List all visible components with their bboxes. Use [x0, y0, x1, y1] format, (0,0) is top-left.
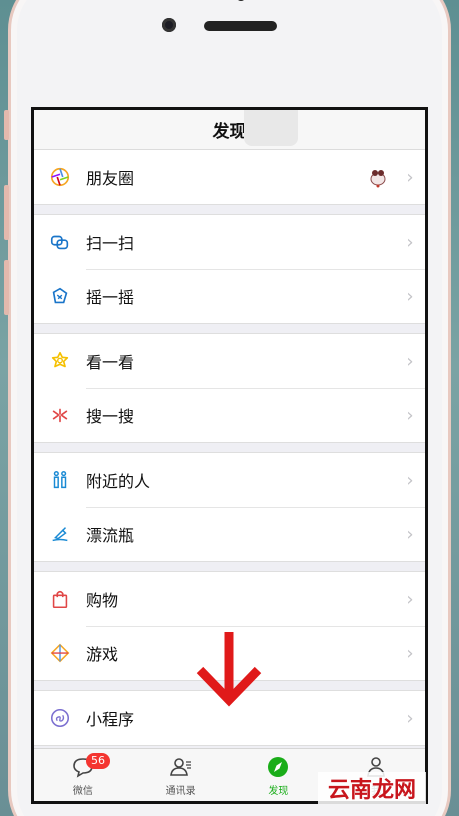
moments-thumbnail-image — [365, 164, 391, 190]
menu-item-label: 搜一搜 — [86, 407, 135, 426]
down-arrow-icon — [196, 632, 262, 707]
menu-item-label: 摇一摇 — [86, 288, 135, 307]
chevron-right-icon: › — [406, 231, 414, 253]
menu-item-search[interactable]: 搜一搜 › — [34, 388, 425, 442]
volume-down-button — [4, 260, 9, 315]
chevron-right-icon: › — [406, 350, 414, 372]
tab-label: 发现 — [268, 786, 289, 797]
tab-discover[interactable]: 发现 — [230, 749, 328, 801]
volume-up-button — [4, 185, 9, 240]
menu-group-nearby-bottle: 附近的人 › 漂流瓶 › — [34, 452, 425, 562]
chevron-right-icon: › — [406, 469, 414, 491]
earpiece-speaker — [204, 21, 277, 31]
front-camera — [162, 18, 176, 32]
games-icon — [34, 642, 86, 664]
proximity-sensor — [236, 0, 246, 1]
menu-item-top-stories[interactable]: 看一看 › — [34, 334, 425, 388]
menu-item-label: 漂流瓶 — [86, 526, 135, 545]
menu-item-label: 附近的人 — [86, 472, 151, 491]
watermark-logo: 云南龙网 — [318, 772, 426, 804]
menu-group-moments: 朋友圈 › — [34, 150, 425, 205]
shake-icon — [34, 285, 86, 307]
scan-icon — [34, 231, 86, 253]
menu-group-top-stories-search: 看一看 › 搜一搜 › — [34, 333, 425, 443]
chevron-right-icon: › — [406, 166, 414, 188]
drift-bottle-icon — [34, 523, 86, 545]
menu-item-label: 小程序 — [86, 710, 135, 729]
menu-item-label: 购物 — [86, 591, 119, 610]
chevron-right-icon: › — [406, 404, 414, 426]
unread-badge: 56 — [86, 753, 110, 769]
chevron-right-icon: › — [406, 642, 414, 664]
tab-label: 微信 — [72, 786, 93, 797]
chevron-right-icon: › — [406, 285, 414, 307]
menu-item-label: 扫一扫 — [86, 234, 135, 253]
compass-icon — [268, 757, 289, 777]
menu-item-shake[interactable]: 摇一摇 › — [34, 269, 425, 323]
tab-contacts[interactable]: 通讯录 — [132, 749, 230, 801]
mute-switch — [4, 110, 9, 140]
menu-item-label: 看一看 — [86, 353, 135, 372]
menu-item-moments[interactable]: 朋友圈 › — [34, 150, 425, 204]
top-stories-icon — [34, 350, 86, 372]
menu-group-scan-shake: 扫一扫 › 摇一摇 › — [34, 214, 425, 324]
tab-chats[interactable]: 56 微信 — [34, 749, 132, 801]
people-nearby-icon — [34, 469, 86, 491]
menu-item-scan[interactable]: 扫一扫 › — [34, 215, 425, 269]
tab-label: 通讯录 — [165, 786, 196, 797]
screen-glare — [244, 110, 298, 146]
page-title: 发现 — [212, 122, 247, 142]
menu-item-people-nearby[interactable]: 附近的人 › — [34, 453, 425, 507]
contacts-icon — [169, 758, 191, 776]
shopping-bag-icon — [34, 588, 86, 610]
menu-item-drift-bottle[interactable]: 漂流瓶 › — [34, 507, 425, 561]
chevron-right-icon: › — [406, 588, 414, 610]
search-icon — [34, 404, 86, 426]
navigation-bar: 发现 — [34, 110, 425, 150]
moments-icon — [34, 166, 86, 188]
chevron-right-icon: › — [406, 523, 414, 545]
menu-item-shopping[interactable]: 购物 › — [34, 572, 425, 626]
mini-program-icon — [34, 707, 86, 729]
chevron-right-icon: › — [406, 707, 414, 729]
menu-item-label: 朋友圈 — [86, 169, 135, 188]
